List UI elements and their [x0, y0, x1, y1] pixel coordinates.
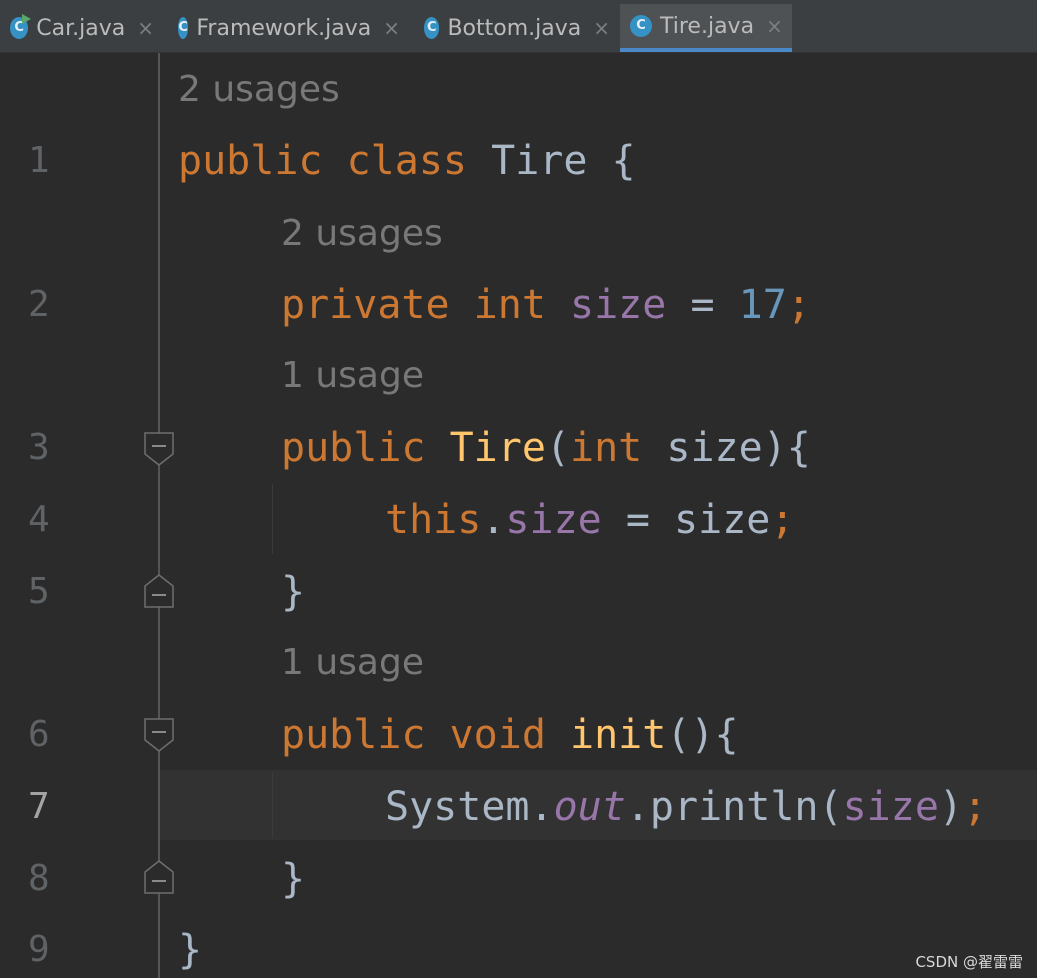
editor-gutter[interactable] [0, 53, 158, 978]
code-line-6[interactable]: public void init(){ [281, 715, 739, 755]
close-icon[interactable]: × [593, 16, 610, 40]
usage-hint[interactable]: 2 usages [178, 72, 340, 108]
usage-hint[interactable]: 1 usage [281, 645, 424, 681]
watermark: CSDN @翟雷雷 [915, 953, 1023, 971]
indent-guide [272, 484, 273, 554]
java-class-icon: C [10, 14, 32, 39]
tab-label: Tire.java [660, 13, 755, 39]
line-number: 8 [28, 858, 50, 899]
close-icon[interactable]: × [137, 16, 154, 40]
close-icon[interactable]: × [766, 14, 783, 38]
gutter-separator [158, 53, 160, 978]
line-number: 6 [28, 714, 50, 755]
tab-framework-java[interactable]: C Framework.java × [168, 4, 408, 52]
line-number: 5 [28, 571, 50, 612]
tab-label: Car.java [36, 15, 126, 41]
editor-tab-bar: C Car.java × C Framework.java × C Bottom… [0, 0, 1037, 53]
code-line-5[interactable]: } [281, 572, 305, 612]
java-class-icon: C [630, 15, 652, 37]
line-number: 9 [28, 929, 50, 970]
line-number: 3 [28, 427, 50, 468]
tab-label: Bottom.java [447, 15, 582, 41]
code-line-4[interactable]: this.size = size; [385, 500, 794, 540]
tab-label: Framework.java [196, 15, 372, 41]
close-icon[interactable]: × [383, 16, 400, 40]
line-number: 1 [28, 140, 50, 181]
tab-bottom-java[interactable]: C Bottom.java × [414, 4, 618, 52]
line-number: 4 [28, 499, 50, 540]
usage-hint[interactable]: 2 usages [281, 216, 443, 252]
indent-guide [272, 772, 273, 838]
code-line-7[interactable]: System.out.println(size); [385, 787, 987, 827]
tab-tire-java[interactable]: C Tire.java × [620, 4, 792, 52]
java-class-icon: C [424, 17, 440, 39]
code-line-8[interactable]: } [281, 859, 305, 899]
tab-car-java[interactable]: C Car.java × [0, 4, 162, 52]
code-line-9[interactable]: } [178, 930, 202, 970]
code-line-2[interactable]: private int size = 17; [281, 285, 811, 325]
fold-end-icon[interactable] [144, 860, 174, 894]
code-line-1[interactable]: public class Tire { [178, 141, 636, 181]
fold-collapse-icon[interactable] [144, 432, 174, 466]
code-line-3[interactable]: public Tire(int size){ [281, 428, 811, 468]
fold-collapse-icon[interactable] [144, 718, 174, 752]
line-number-current: 7 [28, 786, 50, 827]
java-class-icon: C [178, 17, 189, 39]
fold-end-icon[interactable] [144, 574, 174, 608]
run-marker-icon [22, 14, 32, 24]
line-number: 2 [28, 284, 50, 325]
usage-hint[interactable]: 1 usage [281, 358, 424, 394]
